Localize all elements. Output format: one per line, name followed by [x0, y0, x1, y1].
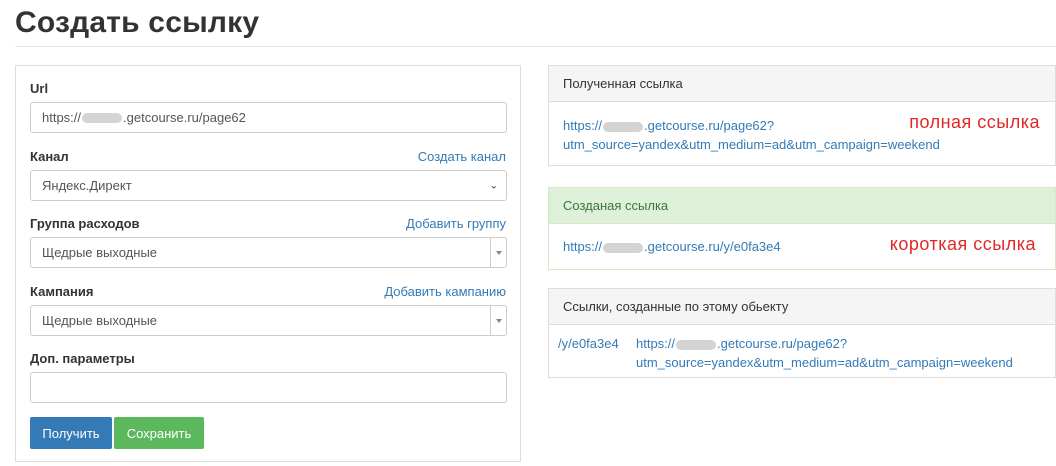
- url-value-prefix: https://: [42, 110, 82, 125]
- get-button[interactable]: Получить: [30, 417, 112, 449]
- created-link[interactable]: https:// .getcourse.ru/y/e0fa3e4: [563, 237, 781, 256]
- page-title: Создать ссылку: [15, 6, 260, 39]
- extra-params-label: Доп. параметры: [30, 351, 135, 366]
- created-link-suffix: .getcourse.ru/y/e0fa3e4: [644, 239, 781, 254]
- add-group-link[interactable]: Добавить группу: [406, 216, 506, 231]
- campaign-label: Кампания: [30, 284, 94, 299]
- full-link-annotation: полная ссылка: [909, 112, 1040, 132]
- extra-params-input[interactable]: [30, 372, 507, 403]
- channel-label: Канал: [30, 149, 69, 164]
- add-campaign-link[interactable]: Добавить кампанию: [384, 284, 506, 299]
- object-links-panel: Ссылки, созданные по этому обьекту /y/e0…: [548, 288, 1056, 378]
- expense-group-selected: Щедрые выходные: [42, 245, 158, 260]
- channel-select[interactable]: Яндекс.Директ ⌄: [30, 170, 507, 201]
- title-divider: [15, 46, 1056, 47]
- received-link-panel: Полученная ссылка https:// .getcourse.ru/…: [548, 65, 1056, 166]
- redacted-subdomain: [676, 339, 717, 350]
- full-link-suffix: .getcourse.ru/page62?: [717, 336, 848, 351]
- url-value-suffix: .getcourse.ru/page62: [123, 110, 246, 125]
- expense-group-select[interactable]: Щедрые выходные: [30, 237, 507, 268]
- save-button[interactable]: Сохранить: [114, 417, 204, 449]
- url-input[interactable]: https:// .getcourse.ru/page62: [30, 102, 507, 133]
- full-link-params: utm_source=yandex&utm_medium=ad&utm_camp…: [636, 355, 1013, 370]
- short-link[interactable]: /y/e0fa3e4: [558, 334, 619, 353]
- short-link-annotation: короткая ссылка: [889, 234, 1036, 254]
- chevron-down-icon: ⌄: [489, 180, 498, 191]
- expense-group-label: Группа расходов: [30, 216, 140, 231]
- create-link-form: Url https:// .getcourse.ru/page62 Канал С…: [15, 65, 521, 462]
- full-link-prefix: https://: [636, 336, 676, 351]
- received-link-suffix: .getcourse.ru/page62?: [644, 118, 775, 133]
- created-link-panel: Созданая ссылка https:// .getcourse.ru/y/…: [548, 187, 1056, 270]
- received-link-heading: Полученная ссылка: [549, 66, 1055, 102]
- redacted-subdomain: [603, 121, 644, 132]
- dropdown-arrow-icon: [490, 306, 506, 335]
- created-link-prefix: https://: [563, 239, 603, 254]
- create-channel-link[interactable]: Создать канал: [418, 149, 506, 164]
- campaign-selected: Щедрые выходные: [42, 313, 158, 328]
- object-links-heading: Ссылки, созданные по этому обьекту: [549, 289, 1055, 325]
- campaign-select[interactable]: Щедрые выходные: [30, 305, 507, 336]
- received-link[interactable]: https:// .getcourse.ru/page62? utm_source…: [563, 116, 940, 154]
- dropdown-arrow-icon: [490, 238, 506, 267]
- redacted-subdomain: [603, 242, 644, 253]
- received-link-prefix: https://: [563, 118, 603, 133]
- created-link-heading: Созданая ссылка: [549, 188, 1055, 224]
- full-link[interactable]: https:// .getcourse.ru/page62? utm_source…: [636, 334, 1013, 372]
- received-link-params: utm_source=yandex&utm_medium=ad&utm_camp…: [563, 137, 940, 152]
- channel-selected: Яндекс.Директ: [42, 178, 132, 193]
- redacted-subdomain: [82, 112, 123, 123]
- url-label: Url: [30, 81, 49, 96]
